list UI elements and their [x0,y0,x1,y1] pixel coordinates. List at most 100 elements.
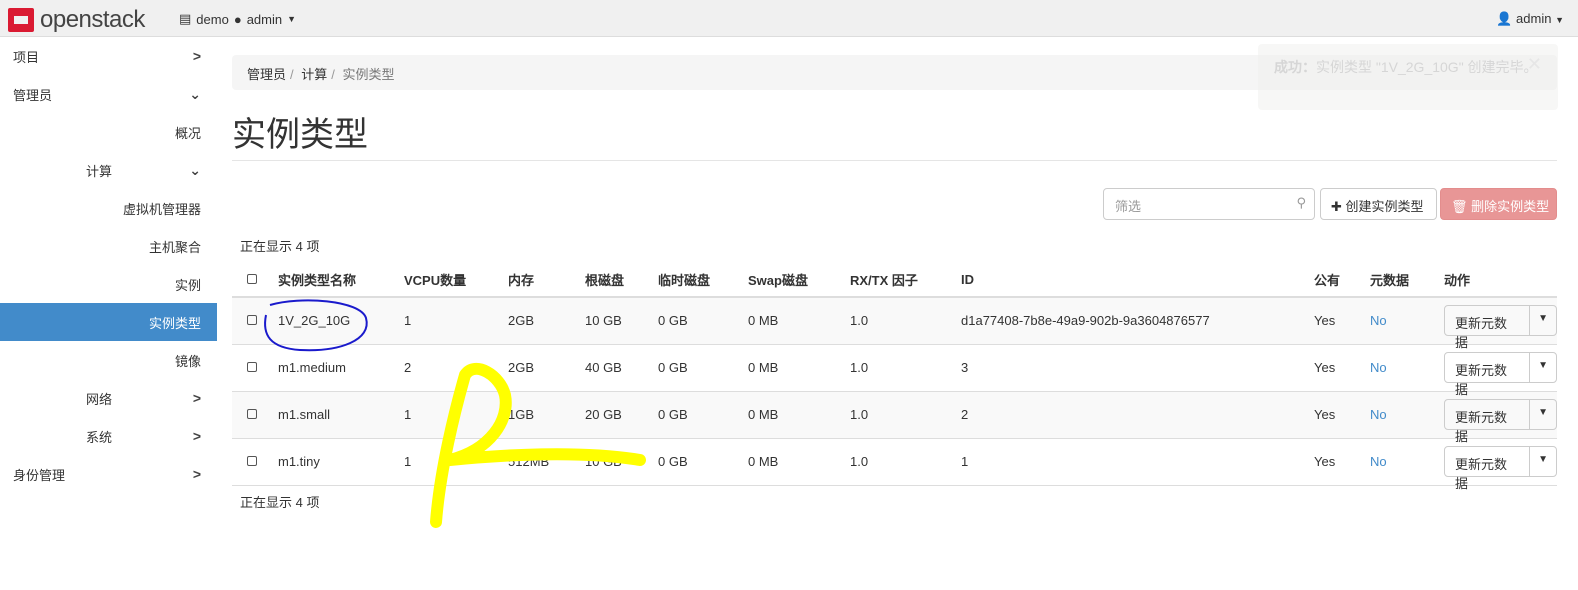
cell-flavor-id: d1a77408-7b8e-49a9-902b-9a3604876577 [961,297,1314,345]
cell-ephemeral-disk: 0 GB [658,391,748,439]
item-count-bottom: 正在显示 4 项 [240,495,320,510]
user-menu[interactable]: 👤 admin ▼ [1496,11,1564,27]
breadcrumb-compute[interactable]: 计算 [301,67,327,82]
row-checkbox[interactable] [247,456,257,466]
dot-icon: ● [233,11,242,27]
chevron-right-icon: > [192,48,201,64]
update-metadata-button-group[interactable]: 更新元数据 ▼ [1444,446,1557,491]
col-public[interactable]: 公有 [1314,262,1370,298]
sidebar-label: 系统 [86,429,113,445]
user-icon: 👤 [1496,11,1513,26]
update-metadata-button-group[interactable]: 更新元数据 ▼ [1444,399,1557,444]
col-ephemeral-disk[interactable]: 临时磁盘 [658,262,748,298]
update-metadata-button[interactable]: 更新元数据 [1445,353,1529,397]
sidebar-label: 计算 [86,163,113,179]
cell-flavor-name: m1.medium [278,344,404,392]
cell-root-disk: 10 GB [585,438,658,486]
row-checkbox[interactable] [247,315,257,326]
create-flavor-button[interactable]: ✚ 创建实例类型 [1320,188,1437,220]
sidebar-label: 网络 [86,391,113,407]
sidebar-item-compute[interactable]: 计算 ⌄ [0,151,217,189]
col-rxtx[interactable]: RX/TX 因子 [850,262,961,298]
openstack-logo[interactable]: openstack [8,6,145,34]
sidebar-item-overview[interactable]: 概况 [0,113,217,151]
cell-ephemeral-disk: 0 GB [658,344,748,392]
cell-metadata[interactable]: No [1370,438,1444,486]
sidebar-label: 概况 [174,125,201,141]
cell-vcpus: 1 [404,297,508,345]
sidebar-label: 管理员 [13,87,53,103]
table-header-row: 实例类型名称 VCPU数量 内存 根磁盘 临时磁盘 Swap磁盘 RX/TX 因… [232,262,1557,298]
update-metadata-button[interactable]: 更新元数据 [1445,306,1529,350]
sidebar-item-hypervisors[interactable]: 虚拟机管理器 [0,189,217,227]
flavors-table: 实例类型名称 VCPU数量 内存 根磁盘 临时磁盘 Swap磁盘 RX/TX 因… [232,262,1557,491]
col-name[interactable]: 实例类型名称 [278,262,404,298]
cell-ephemeral-disk: 0 GB [658,438,748,486]
cell-rxtx-factor: 1.0 [850,391,961,439]
cell-public: Yes [1314,438,1370,486]
cell-root-disk: 20 GB [585,391,658,439]
cell-ephemeral-disk: 0 GB [658,297,748,345]
cell-flavor-name: m1.small [278,391,404,439]
col-swap-disk[interactable]: Swap磁盘 [748,262,850,298]
cell-swap-disk: 0 MB [748,297,850,345]
col-root-disk[interactable]: 根磁盘 [585,262,658,298]
sidebar-item-instances[interactable]: 实例 [0,265,217,303]
sidebar-item-images[interactable]: 镜像 [0,341,217,379]
top-navbar: openstack ▤ demo ● admin ▼ 👤 admin ▼ [0,0,1578,37]
sidebar-item-identity[interactable]: 身份管理 > [0,455,217,493]
select-all-checkbox[interactable] [247,273,257,284]
toast-title: 成功： [1274,59,1316,75]
caret-down-icon: ▼ [287,14,297,24]
row-checkbox[interactable] [247,409,257,419]
breadcrumb-current: 实例类型 [342,67,395,82]
caret-down-icon[interactable]: ▼ [1529,353,1556,382]
cell-root-disk: 10 GB [585,297,658,345]
row-checkbox[interactable] [247,362,257,372]
update-metadata-button-group[interactable]: 更新元数据 ▼ [1444,352,1557,397]
col-ram[interactable]: 内存 [508,262,585,298]
col-id[interactable]: ID [961,262,1314,298]
sidebar-label: 实例 [174,277,201,293]
caret-down-icon[interactable]: ▼ [1529,306,1556,336]
delete-flavor-button[interactable]: 🗑 删除实例类型 [1440,188,1557,220]
divider [232,160,1557,161]
page-title: 实例类型 [232,116,368,154]
sidebar-item-flavors[interactable]: 实例类型 [0,303,217,341]
item-count-top: 正在显示 4 项 [240,239,320,254]
breadcrumb-admin[interactable]: 管理员 [247,67,286,82]
close-icon[interactable]: ✕ [1527,54,1542,75]
caret-down-icon[interactable]: ▼ [1529,447,1556,476]
cell-metadata[interactable]: No [1370,344,1444,392]
update-metadata-button[interactable]: 更新元数据 [1445,400,1529,444]
domain-user: admin [246,11,283,27]
update-metadata-button-group[interactable]: 更新元数据 ▼ [1444,305,1557,350]
table-row: m1.tiny 1 512MB 10 GB 0 GB 0 MB 1.0 1 Yes No 更新元数据… [232,438,1557,491]
sidebar: 项目 > 管理员 ⌄ 概况 计算 ⌄ 虚拟机管理器 主机聚合 实例 实例类型 镜像 网… [0,37,217,493]
cell-public: Yes [1314,297,1370,345]
caret-down-icon: ▼ [1555,15,1564,25]
cell-metadata[interactable]: No [1370,297,1444,345]
filter-input[interactable]: 筛选 ⚲ [1103,188,1315,220]
col-metadata[interactable]: 元数据 [1370,262,1444,298]
openstack-logo-icon [8,8,34,32]
cell-vcpus: 1 [404,391,508,439]
sidebar-item-project[interactable]: 项目 > [0,37,217,75]
col-vcpus[interactable]: VCPU数量 [404,262,508,298]
sidebar-item-admin[interactable]: 管理员 ⌄ [0,75,217,113]
sidebar-label: 实例类型 [148,315,201,331]
user-name: admin [1516,11,1552,26]
sidebar-item-host-aggregates[interactable]: 主机聚合 [0,227,217,265]
cell-flavor-name: 1V_2G_10G [278,297,404,345]
sidebar-label: 镜像 [174,353,201,369]
cell-metadata[interactable]: No [1370,391,1444,439]
cell-swap-disk: 0 MB [748,344,850,392]
sidebar-item-network[interactable]: 网络 > [0,379,217,417]
update-metadata-button[interactable]: 更新元数据 [1445,447,1529,491]
project-selector[interactable]: ▤ demo ● admin ▼ [179,11,296,27]
cell-ram: 2GB [508,297,585,345]
project-icon: ▤ [179,11,192,26]
sidebar-item-system[interactable]: 系统 > [0,417,217,455]
cell-rxtx-factor: 1.0 [850,344,961,392]
caret-down-icon[interactable]: ▼ [1529,400,1556,429]
